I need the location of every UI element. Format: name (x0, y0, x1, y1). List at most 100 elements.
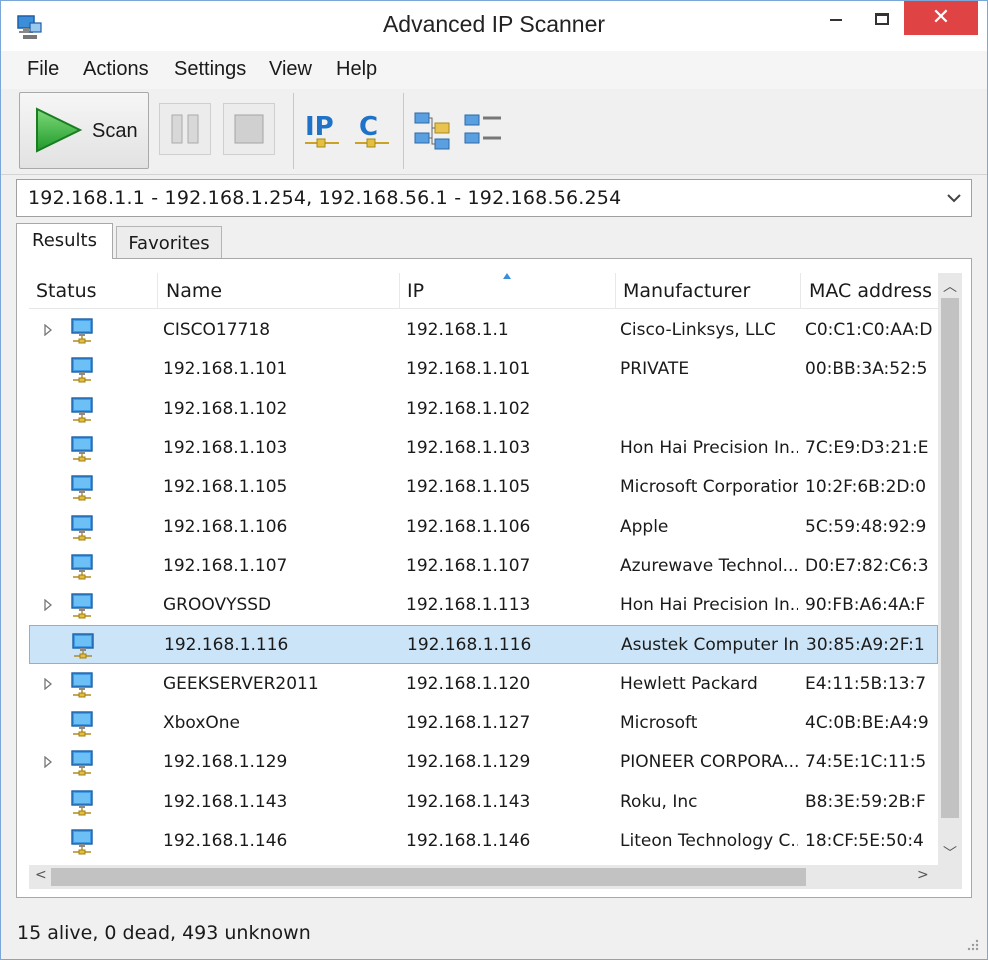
computer-status-icon (71, 436, 93, 462)
expand-arrow-icon[interactable] (43, 599, 53, 612)
resize-grip-icon[interactable] (965, 937, 979, 951)
close-button[interactable]: ✕ (904, 1, 978, 35)
table-row[interactable]: 192.168.1.116 192.168.1.116 Asustek Comput… (29, 625, 938, 665)
expand-arrow-icon[interactable] (43, 324, 53, 336)
cell-mac: C0:C1:C0:AA:D (805, 320, 933, 340)
column-header-ip[interactable]: IP (399, 273, 615, 309)
cell-manufacturer: Microsoft Corporation (620, 477, 798, 498)
table-row[interactable]: 192.168.1.146 192.168.1.146 Liteon Technol… (29, 822, 938, 861)
c-icon[interactable]: C (353, 105, 393, 153)
cell-ip: 192.168.1.120 (406, 673, 531, 694)
expand-arrow-icon[interactable] (43, 677, 53, 690)
scroll-left-icon[interactable]: < (35, 867, 47, 883)
stop-icon (234, 114, 264, 144)
title-bar[interactable]: Advanced IP Scanner ✕ (1, 1, 987, 51)
computer-status-icon (72, 633, 94, 659)
cell-name: XboxOne (163, 713, 240, 733)
cell-mac: D0:E7:82:C6:3 (805, 555, 929, 576)
table-row[interactable]: 192.168.1.102 192.168.1.102 (29, 390, 938, 429)
cell-mac: 00:BB:3A:52:5 (805, 359, 928, 380)
ip-icon[interactable]: IP (303, 105, 343, 153)
column-header-status[interactable]: Status (29, 273, 157, 309)
cell-ip: 192.168.1.116 (407, 635, 532, 656)
scroll-down-icon[interactable]: ﹀ (943, 843, 957, 863)
scroll-up-icon[interactable]: ︿ (943, 276, 957, 296)
table-row[interactable]: 192.168.1.103 192.168.1.103 Hon Hai Precis… (29, 429, 938, 468)
cell-manufacturer: Hon Hai Precision In... (620, 437, 798, 458)
cell-mac: 5C:59:48:92:9 (805, 516, 927, 537)
cell-ip: 192.168.1.102 (406, 398, 531, 419)
table-row[interactable]: 192.168.1.143 192.168.1.143 Roku, Inc B8:3E… (29, 783, 938, 822)
pause-icon (171, 114, 199, 144)
scan-button[interactable]: Scan (19, 92, 149, 169)
cell-mac: 74:5E:1C:11:5 (805, 752, 927, 773)
app-window: Advanced IP Scanner ✕ File Actions Setti… (0, 0, 988, 960)
cell-name: CISCO17718 (163, 320, 271, 340)
svg-text:IP: IP (305, 112, 334, 142)
cell-ip: 192.168.1.127 (406, 713, 531, 733)
pause-button[interactable] (159, 103, 211, 155)
table-row[interactable]: 192.168.1.106 192.168.1.106 Apple 5C:59:48:… (29, 508, 938, 547)
menu-view[interactable]: View (269, 58, 312, 81)
cell-mac: B8:3E:59:2B:F (805, 791, 926, 812)
network-map-icon[interactable] (413, 105, 453, 153)
cell-ip: 192.168.1.146 (406, 830, 531, 851)
toolbar: Scan IP C (1, 89, 987, 175)
menu-actions[interactable]: Actions (83, 58, 149, 81)
cell-name: 192.168.1.143 (163, 791, 288, 812)
table-header: Status Name IP Manufacturer MAC address (29, 273, 938, 309)
play-icon (36, 107, 83, 153)
stop-button[interactable] (223, 103, 275, 155)
table-row[interactable]: GROOVYSSD 192.168.1.113 Hon Hai Precision … (29, 586, 938, 625)
sort-ascending-icon (503, 273, 511, 279)
column-header-name[interactable]: Name (157, 273, 399, 309)
list-view-icon[interactable] (463, 105, 503, 153)
status-bar: 15 alive, 0 dead, 493 unknown (1, 909, 987, 959)
menu-bar: File Actions Settings View Help (1, 51, 987, 89)
cell-name: 192.168.1.107 (163, 555, 288, 576)
horizontal-scrollbar[interactable]: < > (29, 865, 962, 889)
column-header-mac[interactable]: MAC address (800, 273, 938, 309)
cell-mac: 18:CF:5E:50:4 (805, 830, 924, 851)
cell-manufacturer: Microsoft (620, 713, 698, 733)
horizontal-scroll-thumb[interactable] (51, 868, 806, 886)
menu-help[interactable]: Help (336, 58, 377, 81)
computer-status-icon (71, 396, 93, 423)
tab-favorites[interactable]: Favorites (116, 226, 222, 260)
column-header-ip-label: IP (407, 280, 425, 302)
ip-range-input[interactable]: 192.168.1.1 - 192.168.1.254, 192.168.56.… (16, 179, 972, 217)
cell-name: 192.168.1.129 (163, 752, 288, 773)
minimize-icon (830, 19, 842, 21)
table-row[interactable]: 192.168.1.101 192.168.1.101 PRIVATE 00:BB:3… (29, 350, 938, 389)
maximize-button[interactable] (867, 1, 897, 37)
table-row[interactable]: CISCO17718 192.168.1.1 Cisco-Linksys, LLC C… (29, 311, 938, 350)
cell-name: 192.168.1.103 (163, 437, 288, 458)
cell-manufacturer: PRIVATE (620, 359, 690, 380)
chevron-down-icon[interactable] (945, 188, 963, 208)
tab-results[interactable]: Results (16, 223, 113, 259)
computer-status-icon (71, 829, 93, 855)
cell-mac: 10:2F:6B:2D:0 (805, 477, 927, 498)
vertical-scrollbar[interactable]: ︿ ﹀ (938, 273, 962, 865)
table-row[interactable]: GEEKSERVER2011 192.168.1.120 Hewlett Packa… (29, 665, 938, 704)
table-row[interactable]: 192.168.1.107 192.168.1.107 Azurewave Tech… (29, 547, 938, 586)
results-table[interactable]: Status Name IP Manufacturer MAC address … (29, 273, 938, 865)
column-header-manufacturer[interactable]: Manufacturer (615, 273, 800, 309)
cell-ip: 192.168.1.143 (406, 791, 531, 812)
computer-status-icon (71, 593, 93, 619)
cell-name: 192.168.1.101 (163, 359, 288, 380)
minimize-button[interactable] (821, 1, 851, 37)
table-row[interactable]: 192.168.1.105 192.168.1.105 Microsoft Corp… (29, 468, 938, 507)
cell-ip: 192.168.1.106 (406, 516, 531, 537)
computer-status-icon (71, 750, 93, 776)
cell-manufacturer: PIONEER CORPORA... (620, 752, 798, 773)
menu-settings[interactable]: Settings (174, 58, 246, 81)
vertical-scroll-thumb[interactable] (941, 298, 959, 818)
expand-arrow-icon[interactable] (43, 756, 53, 769)
cell-name: 192.168.1.106 (163, 516, 288, 537)
table-row[interactable]: XboxOne 192.168.1.127 Microsoft 4C:0B:BE:A4… (29, 704, 938, 743)
table-row[interactable]: 192.168.1.129 192.168.1.129 PIONEER CORPOR… (29, 743, 938, 782)
menu-file[interactable]: File (27, 58, 59, 81)
scroll-right-icon[interactable]: > (917, 867, 929, 883)
computer-status-icon (71, 789, 93, 816)
